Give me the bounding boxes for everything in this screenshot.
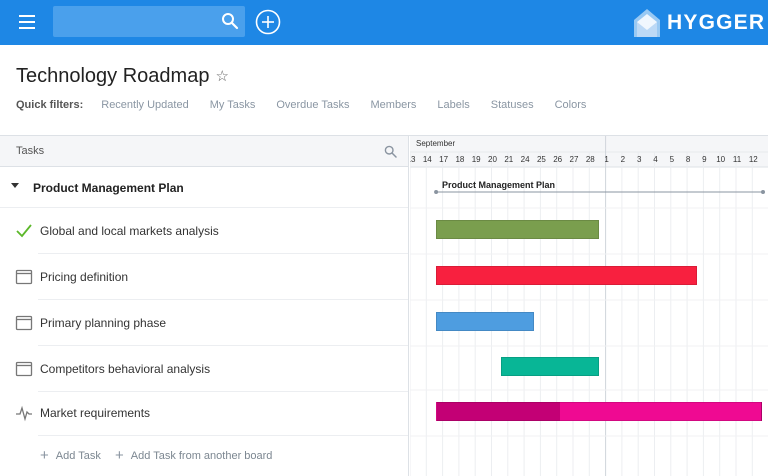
top-navigation-bar: HYGGER [0, 0, 768, 45]
hygger-logo-icon [634, 9, 660, 37]
day-label: 3 [636, 155, 642, 164]
day-label: 24 [520, 155, 530, 164]
checkmark-icon [16, 224, 32, 238]
gantt-bar[interactable] [436, 312, 534, 331]
logo-text: HYGGER [667, 11, 766, 34]
card-icon [15, 269, 33, 285]
add-task-button[interactable]: + Add Task [40, 448, 101, 463]
day-label: 2 [620, 155, 626, 164]
gantt-bar[interactable] [436, 402, 762, 421]
day-label: 14 [422, 155, 432, 164]
add-task-from-board-button[interactable]: + Add Task from another board [115, 448, 272, 463]
day-label: 5 [669, 155, 675, 164]
gantt-bar[interactable] [436, 266, 697, 285]
collapse-caret-icon[interactable] [11, 183, 19, 188]
day-label: 27 [569, 155, 579, 164]
tasks-column-header: Tasks [16, 145, 45, 157]
board-header: Technology Roadmap ☆ [16, 63, 229, 89]
day-label: 19 [471, 155, 481, 164]
gantt-bar[interactable] [501, 357, 600, 376]
task-list-panel: Tasks Product Management Plan Global and… [0, 136, 409, 476]
add-task-from-board-label: Add Task from another board [130, 449, 273, 462]
day-label: 26 [553, 155, 563, 164]
filter-statuses[interactable]: Statuses [491, 99, 534, 111]
task-title: Global and local markets analysis [40, 224, 219, 238]
hygger-logo[interactable]: HYGGER [633, 7, 765, 39]
search-icon[interactable] [221, 12, 239, 30]
card-icon [15, 315, 33, 331]
task-group-name: Product Management Plan [33, 181, 184, 195]
group-summary-end [761, 190, 765, 194]
gantt-timeline: September 131417181920212425262728123458… [410, 136, 768, 476]
add-task-row: + Add Task + Add Task from another board [0, 436, 408, 476]
activity-pulse-icon [16, 405, 32, 422]
filter-overdue-tasks[interactable]: Overdue Tasks [276, 99, 349, 111]
quick-filters-bar: Quick filters: Recently Updated My Tasks… [16, 97, 607, 113]
plus-icon: + [115, 447, 124, 464]
search-icon[interactable] [384, 145, 397, 158]
day-label: 4 [653, 155, 658, 164]
add-task-label: Add Task [55, 449, 101, 462]
task-title: Market requirements [40, 406, 151, 420]
task-row[interactable]: Market requirements [0, 390, 408, 436]
day-label: 28 [585, 155, 595, 164]
day-label: 18 [455, 155, 465, 164]
task-row[interactable]: Pricing definition [0, 254, 408, 300]
global-search-box [53, 6, 245, 37]
day-label: 25 [536, 155, 546, 164]
filter-colors[interactable]: Colors [555, 99, 587, 111]
day-label: 13 [410, 155, 416, 164]
filter-my-tasks[interactable]: My Tasks [210, 99, 256, 111]
day-label: 9 [702, 155, 707, 164]
card-icon [15, 361, 33, 377]
filter-recently-updated[interactable]: Recently Updated [101, 99, 188, 111]
task-row[interactable]: Competitors behavioral analysis [0, 346, 408, 392]
task-title: Pricing definition [40, 270, 129, 284]
month-label: September [416, 139, 456, 148]
day-label: 21 [504, 155, 514, 164]
filter-members[interactable]: Members [371, 99, 417, 111]
task-list-header: Tasks [0, 136, 408, 167]
gantt-group-label: Product Management Plan [442, 180, 556, 190]
gantt-bar[interactable] [436, 220, 600, 239]
day-label: 20 [488, 155, 497, 164]
task-title: Competitors behavioral analysis [40, 362, 211, 376]
day-label: 17 [439, 155, 449, 164]
day-label: 10 [716, 155, 726, 164]
task-group-row[interactable]: Product Management Plan [0, 168, 408, 208]
task-row[interactable]: Global and local markets analysis [0, 208, 408, 254]
star-outline-icon[interactable]: ☆ [215, 67, 228, 85]
day-label: 12 [748, 155, 758, 164]
hamburger-menu-icon[interactable] [17, 14, 37, 30]
page-title: Technology Roadmap [16, 64, 210, 87]
day-label: 1 [604, 155, 609, 164]
task-row[interactable]: Primary planning phase [0, 300, 408, 346]
group-summary-start [434, 190, 439, 194]
day-label: 8 [685, 155, 691, 164]
filter-labels[interactable]: Labels [437, 99, 469, 111]
task-title: Primary planning phase [40, 316, 167, 330]
day-label: 11 [732, 155, 742, 164]
search-input[interactable] [53, 6, 213, 37]
quick-filters-label: Quick filters: [16, 99, 84, 111]
add-circle-icon[interactable] [255, 9, 281, 35]
plus-icon: + [40, 447, 49, 464]
